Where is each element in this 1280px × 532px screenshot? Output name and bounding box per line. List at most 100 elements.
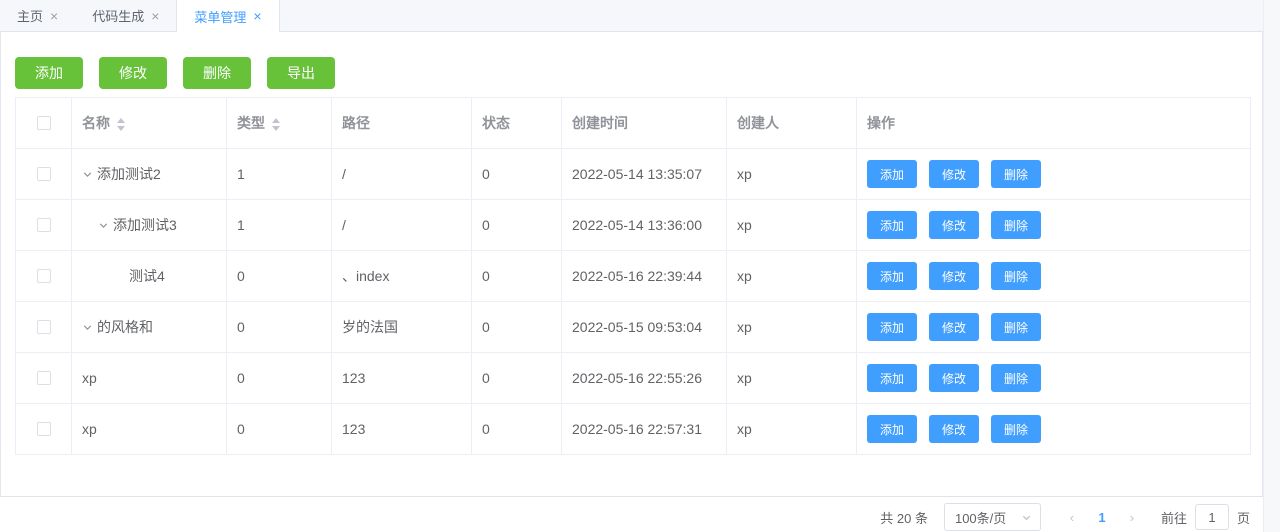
cell-creator: xp <box>726 352 857 404</box>
cell-creator: xp <box>726 301 857 353</box>
row-action-edit-button[interactable]: 修改 <box>929 364 980 392</box>
cell-select <box>15 352 72 404</box>
cell-creator: xp <box>726 250 857 302</box>
table-row: xp 0 123 0 2022-05-16 22:55:26 xp 添加 修改 删除 <box>15 352 1251 404</box>
scrollbar-track[interactable] <box>1263 0 1280 532</box>
expand-arrow-icon[interactable] <box>98 220 113 231</box>
row-action-add-button[interactable]: 添加 <box>867 262 918 290</box>
row-action-delete-button[interactable]: 删除 <box>991 211 1042 239</box>
row-action-edit-button[interactable]: 修改 <box>929 160 980 188</box>
next-page-button[interactable]: › <box>1117 510 1147 525</box>
row-action-edit-button[interactable]: 修改 <box>929 262 980 290</box>
tab-2[interactable]: 菜单管理 × <box>176 0 280 32</box>
row-name: 的风格和 <box>97 319 153 335</box>
row-checkbox[interactable] <box>36 167 51 181</box>
close-icon[interactable]: × <box>253 9 261 23</box>
row-action-edit-button[interactable]: 修改 <box>929 211 980 239</box>
row-action-delete-button[interactable]: 删除 <box>991 160 1042 188</box>
cell-status: 0 <box>471 250 562 302</box>
row-action-add-button[interactable]: 添加 <box>867 160 918 188</box>
column-label: 创建人 <box>737 115 779 131</box>
row-action-edit-button[interactable]: 修改 <box>929 415 980 443</box>
tab-1[interactable]: 代码生成 × <box>75 0 176 31</box>
expand-arrow-icon[interactable] <box>82 322 97 333</box>
goto-page-input[interactable] <box>1194 504 1229 530</box>
cell-name: 添加测试3 <box>71 199 227 251</box>
row-action-delete-button[interactable]: 删除 <box>991 262 1042 290</box>
cell-select <box>15 148 72 200</box>
row-checkbox[interactable] <box>36 320 51 334</box>
cell-status: 0 <box>471 199 562 251</box>
pagination-bar: 共 20 条 100条/页 ‹ 1 › 前往 页 <box>0 503 1250 531</box>
toolbar-button-2[interactable]: 删除 <box>183 57 251 89</box>
close-icon[interactable]: × <box>50 9 58 23</box>
row-action-add-button[interactable]: 添加 <box>867 415 918 443</box>
page-size-select[interactable]: 100条/页 <box>943 503 1041 531</box>
row-action-add-button[interactable]: 添加 <box>867 313 918 341</box>
header-cell-0 <box>15 97 72 149</box>
column-label: 路径 <box>342 115 370 131</box>
sort-carets-icon[interactable] <box>117 117 125 131</box>
table-row: xp 0 123 0 2022-05-16 22:57:31 xp 添加 修改 删除 <box>15 403 1251 455</box>
cell-created: 2022-05-16 22:57:31 <box>561 403 727 455</box>
toolbar-button-1[interactable]: 修改 <box>99 57 167 89</box>
tab-0[interactable]: 主页 × <box>0 0 75 31</box>
cell-operations: 添加 修改 删除 <box>856 250 1251 302</box>
cell-creator: xp <box>726 148 857 200</box>
row-checkbox[interactable] <box>36 371 51 385</box>
table-row: 测试4 0 、index 0 2022-05-16 22:39:44 xp 添加 修改 删除 <box>15 250 1251 302</box>
cell-path: 岁的法国 <box>331 301 472 353</box>
tab-bar: 主页 × 代码生成 × 菜单管理 × <box>0 0 1263 32</box>
cell-name: xp <box>71 352 227 404</box>
header-cell-4: 状态 <box>471 97 562 149</box>
header-cell-1: 名称 <box>71 97 227 149</box>
select-all-checkbox[interactable] <box>36 116 51 130</box>
header-cell-6: 创建人 <box>726 97 857 149</box>
row-action-delete-button[interactable]: 删除 <box>991 364 1042 392</box>
cell-type: 0 <box>226 250 332 302</box>
header-cell-7: 操作 <box>856 97 1251 149</box>
cell-created: 2022-05-16 22:39:44 <box>561 250 727 302</box>
cell-type: 0 <box>226 301 332 353</box>
cell-select <box>15 301 72 353</box>
menu-table: 名称 类型 路径 状态 创建时间 创建人 操作 添加测试2 1/0 2022-05-14 13:… <box>15 97 1251 455</box>
cell-status: 0 <box>471 403 562 455</box>
cell-type: 1 <box>226 199 332 251</box>
cell-path: 、index <box>331 250 472 302</box>
row-action-edit-button[interactable]: 修改 <box>929 313 980 341</box>
row-action-add-button[interactable]: 添加 <box>867 211 918 239</box>
row-checkbox[interactable] <box>36 269 51 283</box>
cell-name: 测试4 <box>71 250 227 302</box>
row-checkbox[interactable] <box>36 422 51 436</box>
sort-carets-icon[interactable] <box>272 117 280 131</box>
cell-path: 123 <box>331 403 472 455</box>
expand-arrow-icon[interactable] <box>82 169 97 180</box>
row-action-delete-button[interactable]: 删除 <box>991 313 1042 341</box>
cell-operations: 添加 修改 删除 <box>856 148 1251 200</box>
row-action-add-button[interactable]: 添加 <box>867 364 918 392</box>
cell-created: 2022-05-14 13:35:07 <box>561 148 727 200</box>
cell-created: 2022-05-16 22:55:26 <box>561 352 727 404</box>
app-window: 主页 × 代码生成 × 菜单管理 × 添加 修改 删除 导出 名称 类型 路径 状态 创建时间 创建人 操作… <box>0 0 1263 532</box>
table-body: 添加测试2 1/0 2022-05-14 13:35:07 xp 添加 修改 删除 添加测试3… <box>15 148 1251 455</box>
column-label: 名称 <box>82 115 110 131</box>
row-name: xp <box>82 370 97 386</box>
row-name: 添加测试3 <box>113 217 177 233</box>
tab-label: 代码生成 <box>92 9 145 24</box>
row-action-delete-button[interactable]: 删除 <box>991 415 1042 443</box>
cell-operations: 添加 修改 删除 <box>856 352 1251 404</box>
cell-select <box>15 199 72 251</box>
table-row: 添加测试2 1/0 2022-05-14 13:35:07 xp 添加 修改 删除 <box>15 148 1251 200</box>
toolbar: 添加 修改 删除 导出 <box>15 57 1248 89</box>
page-number-1[interactable]: 1 <box>1087 510 1117 525</box>
table-row: 的风格和 0 岁的法国 0 2022-05-15 09:53:04 xp 添加 修改 删除 <box>15 301 1251 353</box>
header-cell-3: 路径 <box>331 97 472 149</box>
column-label: 类型 <box>237 115 265 131</box>
toolbar-button-0[interactable]: 添加 <box>15 57 83 89</box>
prev-page-button[interactable]: ‹ <box>1057 510 1087 525</box>
goto-label: 前往 <box>1160 510 1187 526</box>
toolbar-button-3[interactable]: 导出 <box>267 57 335 89</box>
row-checkbox[interactable] <box>36 218 51 232</box>
cell-status: 0 <box>471 148 562 200</box>
close-icon[interactable]: × <box>151 9 159 23</box>
